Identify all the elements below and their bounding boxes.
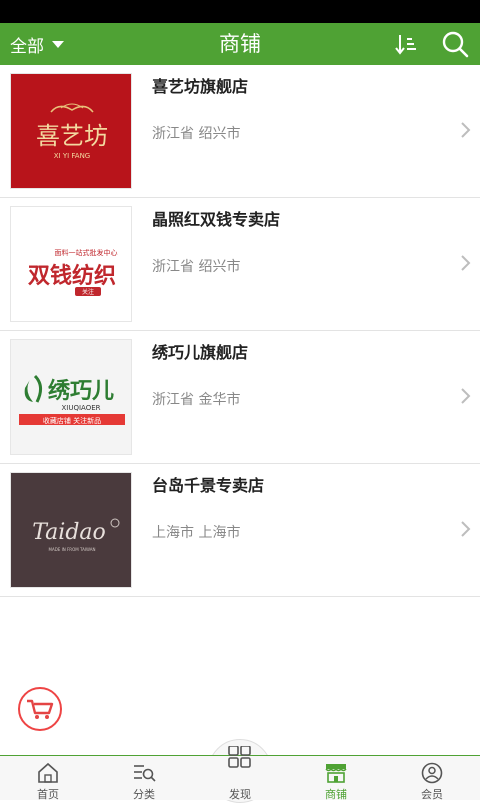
top-bar: 全部 商铺 [0,23,480,65]
shop-icon [325,764,347,783]
sort-icon[interactable] [393,32,419,56]
shop-name: 晶照红双钱专卖店 [152,210,281,229]
shop-location: 浙江省 绍兴市 [152,259,241,275]
shop-location: 上海市 上海市 [152,525,241,541]
shop-list-item[interactable]: Taidao MADE IN FROM TAIWAN 台岛千景专卖店 上海市 上… [0,464,480,597]
discover-grid-icon [228,746,251,768]
chevron-right-icon [461,521,471,537]
shop-list-item[interactable]: 面料一站式批发中心 双钱纺织 关注 晶照红双钱专卖店 浙江省 绍兴市 [0,198,480,331]
shop-name: 喜艺坊旗舰店 [152,77,249,96]
chevron-right-icon [461,388,471,404]
search-icon[interactable] [441,30,469,58]
shop-logo: 面料一站式批发中心 双钱纺织 关注 [10,206,132,322]
logo-text: 双钱纺织 [28,263,116,289]
filter-dropdown[interactable]: 全部 [10,23,64,65]
shop-list: 喜艺坊 XI YI FANG 喜艺坊旗舰店 浙江省 绍兴市 面料一站式批发中心 … [0,65,480,597]
logo-subtext: 面料一站式批发中心 [55,248,118,257]
logo-text: Taidao [32,520,106,545]
shop-list-item[interactable]: 喜艺坊 XI YI FANG 喜艺坊旗舰店 浙江省 绍兴市 [0,65,480,198]
tab-member[interactable]: 会员 [384,756,480,801]
shop-list-item[interactable]: 绣巧儿 XIUQIAOER 收藏店铺 关注新品 绣巧儿旗舰店 浙江省 金华市 [0,331,480,464]
shop-logo: 喜艺坊 XI YI FANG [10,73,132,189]
shop-logo: 绣巧儿 XIUQIAOER 收藏店铺 关注新品 [10,339,132,455]
category-icon [134,765,156,782]
tab-home[interactable]: 首页 [0,756,96,801]
logo-badge: 关注 [82,288,94,296]
shop-location: 浙江省 绍兴市 [152,126,241,142]
shop-location: 浙江省 金华市 [152,392,241,408]
cart-button[interactable] [18,687,62,731]
shop-name: 台岛千景专卖店 [152,476,265,495]
logo-subtext: XI YI FANG [54,152,90,160]
tab-shop[interactable]: 商铺 [288,756,384,801]
logo-banner: 收藏店铺 关注新品 [43,416,101,425]
tab-category[interactable]: 分类 [96,756,192,801]
logo-subtext: MADE IN FROM TAIWAN [49,547,96,552]
cart-icon [27,699,54,719]
chevron-right-icon [461,122,471,138]
shop-logo: Taidao MADE IN FROM TAIWAN [10,472,132,588]
shop-name: 绣巧儿旗舰店 [152,343,249,362]
logo-text: 喜艺坊 [36,122,108,150]
logo-text: 绣巧儿 [48,378,114,404]
filter-label: 全部 [10,36,44,57]
chevron-down-icon [52,40,64,48]
chevron-right-icon [461,255,471,271]
bottom-tab-bar: 首页 分类 发现 商铺 会员 [0,746,480,801]
member-icon [421,762,443,784]
home-icon [38,762,58,783]
status-bar [0,0,480,23]
tab-discover[interactable]: 发现 [192,746,288,801]
logo-subtext: XIUQIAOER [61,404,100,412]
